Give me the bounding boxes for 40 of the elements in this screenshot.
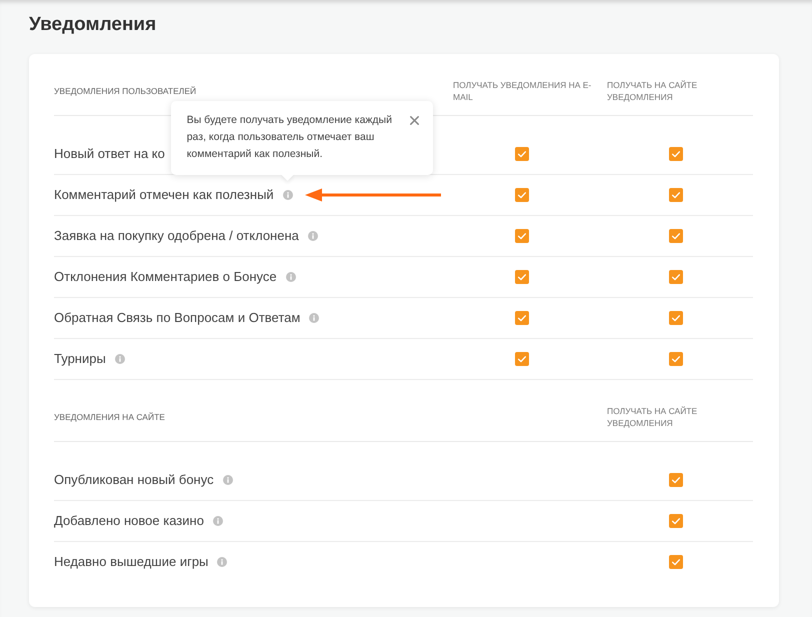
- checkbox[interactable]: [515, 352, 529, 366]
- notification-label: Добавлено новое казино: [54, 512, 204, 530]
- info-icon[interactable]: [308, 231, 318, 241]
- checkbox[interactable]: [669, 352, 683, 366]
- checkbox[interactable]: [669, 311, 683, 325]
- info-icon[interactable]: [309, 313, 320, 323]
- info-icon[interactable]: [286, 272, 296, 282]
- notification-label: Недавно вышедшие игры: [54, 553, 208, 572]
- checkbox[interactable]: [669, 229, 683, 243]
- checkbox[interactable]: [669, 270, 683, 284]
- checkbox[interactable]: [669, 555, 683, 569]
- close-icon[interactable]: [410, 116, 419, 125]
- section-title: УВЕДОМЛЕНИЯ НА САЙТЕ: [54, 411, 165, 423]
- checkbox[interactable]: [515, 147, 529, 161]
- column-header: ПОЛУЧАТЬ НА САЙТЕ УВЕДОМЛЕНИЯ: [607, 79, 698, 103]
- info-icon[interactable]: [114, 354, 125, 364]
- checkbox[interactable]: [669, 188, 683, 202]
- column-header: ПОЛУЧАТЬ УВЕДОМЛЕНИЯ НА E-MAIL: [453, 79, 592, 103]
- checkbox[interactable]: [669, 514, 683, 528]
- notification-label: Обратная Связь по Вопросам и Ответам: [54, 309, 300, 328]
- info-icon[interactable]: [222, 475, 233, 485]
- checkbox[interactable]: [515, 311, 529, 325]
- checkbox[interactable]: [515, 229, 529, 243]
- page-title: Уведомления: [29, 13, 156, 36]
- notification-label: Новый ответ на ко: [54, 145, 165, 164]
- info-icon[interactable]: [217, 557, 228, 567]
- checkbox[interactable]: [669, 147, 683, 161]
- checkbox[interactable]: [669, 473, 683, 487]
- checkbox[interactable]: [515, 188, 529, 202]
- column-header: ПОЛУЧАТЬ НА САЙТЕ УВЕДОМЛЕНИЯ: [607, 405, 698, 429]
- checkbox[interactable]: [515, 270, 529, 284]
- notification-label: Заявка на покупку одобрена / отклонена: [54, 227, 299, 246]
- notification-label: Комментарий отмечен как полезный: [54, 186, 274, 204]
- notification-label: Турниры: [54, 350, 106, 368]
- info-icon[interactable]: [282, 190, 293, 200]
- info-icon[interactable]: [212, 516, 223, 526]
- tooltip-text: Вы будете получать уведомление каждый раз, когда пользователь отмечает ваш комментарий как полезный.: [186, 113, 393, 162]
- notification-label: Отклонения Комментариев о Бонусе: [54, 268, 277, 286]
- notification-label: Опубликован новый бонус: [54, 471, 214, 490]
- section-title: УВЕДОМЛЕНИЯ ПОЛЬЗОВАТЕЛЕЙ: [54, 85, 196, 97]
